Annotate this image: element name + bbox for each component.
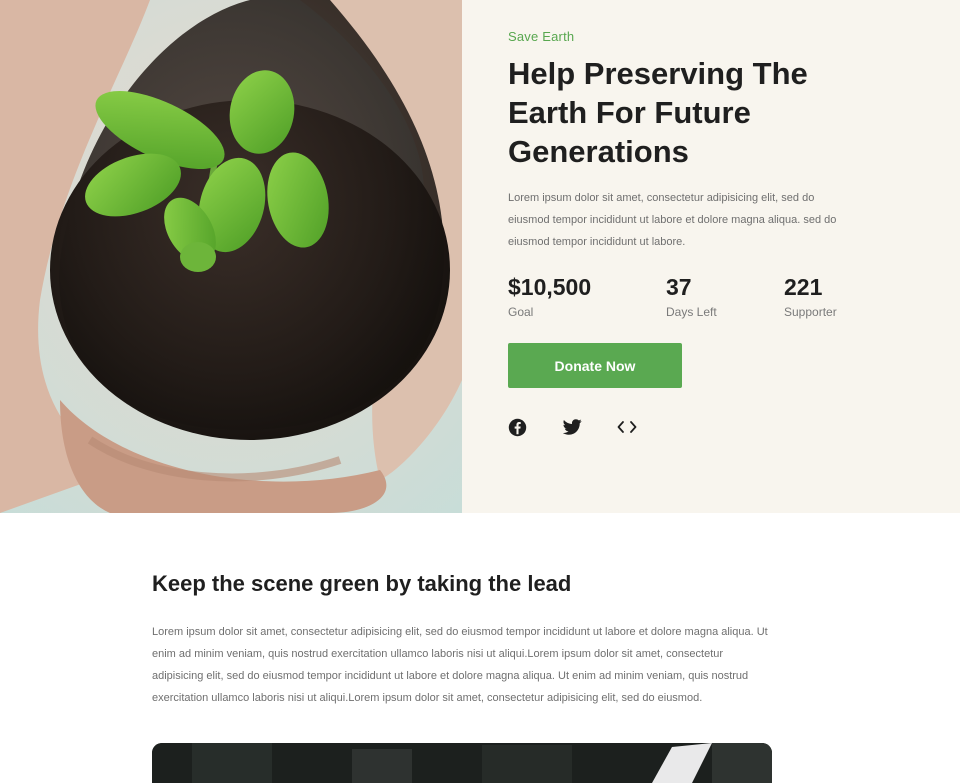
hero-title: Help Preserving The Earth For Future Gen… xyxy=(508,56,808,169)
eyebrow-label: Save Earth xyxy=(508,29,575,44)
content-image xyxy=(152,743,772,783)
stat-days-left-value: 37 xyxy=(666,274,692,300)
donate-now-button[interactable]: Donate Now xyxy=(508,343,682,388)
stat-days-left-label: Days Left xyxy=(666,305,717,319)
section-body-text: Lorem ipsum dolor sit amet, consectetur … xyxy=(152,626,768,704)
stat-days-left: 37 Days Left xyxy=(666,272,717,319)
hero-image-seedling-in-hands xyxy=(0,0,462,513)
content-section: Keep the scene green by taking the lead … xyxy=(0,513,960,783)
section-title: Keep the scene green by taking the lead xyxy=(152,571,572,596)
stat-goal: $10,500 Goal xyxy=(508,272,591,319)
code-embed-icon[interactable] xyxy=(617,417,637,437)
facebook-icon[interactable] xyxy=(507,417,527,437)
stat-supporter: 221 Supporter xyxy=(784,272,837,319)
hero-section: Save Earth Help Preserving The Earth For… xyxy=(0,0,960,513)
stat-goal-label: Goal xyxy=(508,305,534,319)
stat-goal-value: $10,500 xyxy=(508,274,592,300)
twitter-icon[interactable] xyxy=(562,417,582,437)
hero-panel: Save Earth Help Preserving The Earth For… xyxy=(462,0,960,513)
stat-supporter-value: 221 xyxy=(784,274,823,300)
hero-description: Lorem ipsum dolor sit amet, consectetur … xyxy=(508,192,837,248)
stat-supporter-label: Supporter xyxy=(784,305,837,319)
